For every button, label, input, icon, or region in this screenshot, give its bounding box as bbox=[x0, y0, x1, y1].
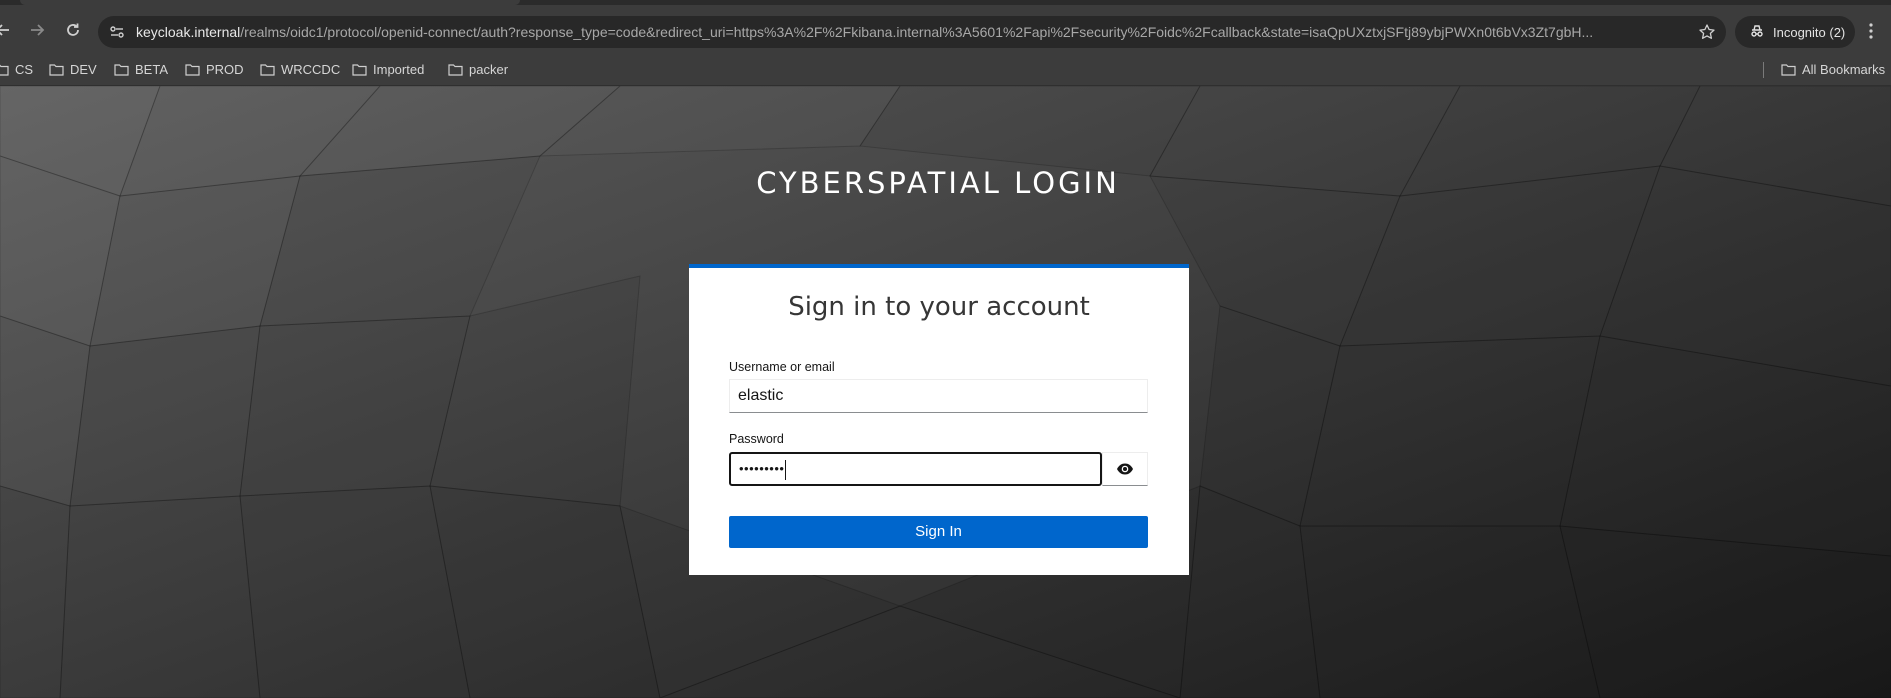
folder-icon bbox=[185, 64, 200, 76]
address-bar[interactable]: keycloak.internal/realms/oidc1/protocol/… bbox=[98, 16, 1726, 48]
folder-icon bbox=[260, 64, 275, 76]
sign-in-button[interactable]: Sign In bbox=[729, 516, 1148, 548]
username-input[interactable]: elastic bbox=[729, 379, 1148, 413]
folder-icon bbox=[0, 64, 9, 76]
bookmark-folder-packer[interactable]: packer bbox=[448, 53, 508, 86]
folder-icon bbox=[352, 64, 367, 76]
card-title: Sign in to your account bbox=[788, 292, 1090, 322]
vertical-dots-icon[interactable] bbox=[1860, 19, 1882, 43]
username-value: elastic bbox=[738, 387, 784, 404]
tab-strip bbox=[0, 0, 1891, 5]
folder-icon bbox=[114, 64, 129, 76]
text-caret bbox=[785, 459, 787, 480]
folder-icon bbox=[49, 64, 64, 76]
bookmark-label: WRCCDC bbox=[281, 62, 341, 77]
all-bookmarks-button[interactable]: All Bookmarks bbox=[1781, 53, 1885, 86]
password-value: ••••••••• bbox=[739, 461, 785, 476]
show-password-button[interactable] bbox=[1102, 452, 1148, 486]
folder-icon bbox=[1781, 64, 1796, 76]
back-arrow-icon[interactable] bbox=[0, 19, 14, 41]
url-path: /realms/oidc1/protocol/openid-connect/au… bbox=[240, 24, 1594, 40]
bookmark-folder-prod[interactable]: PROD bbox=[185, 53, 244, 86]
bookmark-folder-imported[interactable]: Imported bbox=[352, 53, 424, 86]
bookmark-folder-wrccdc[interactable]: WRCCDC bbox=[260, 53, 340, 86]
bookmarks-bar: CS DEV BETA PROD WRCCDC Imported packer … bbox=[0, 53, 1891, 86]
bookmark-label: CS bbox=[15, 62, 34, 77]
eye-icon bbox=[1117, 463, 1133, 475]
bookmarks-separator bbox=[1763, 62, 1764, 78]
bookmark-label: DEV bbox=[70, 62, 97, 77]
all-bookmarks-label: All Bookmarks bbox=[1802, 62, 1886, 77]
realm-title: CYBERSPATIAL LOGIN bbox=[756, 166, 1120, 200]
bookmark-label: packer bbox=[469, 62, 509, 77]
bookmark-folder-cs[interactable]: CS bbox=[0, 53, 33, 86]
incognito-indicator[interactable]: Incognito (2) bbox=[1735, 16, 1855, 48]
username-label: Username or email bbox=[729, 360, 835, 374]
bookmark-label: PROD bbox=[206, 62, 244, 77]
url-text[interactable]: keycloak.internal/realms/oidc1/protocol/… bbox=[136, 16, 1681, 48]
incognito-label: Incognito (2) bbox=[1773, 24, 1846, 40]
active-tab[interactable] bbox=[20, 0, 520, 5]
folder-icon bbox=[448, 64, 463, 76]
star-icon[interactable] bbox=[1698, 23, 1716, 41]
bookmark-folder-dev[interactable]: DEV bbox=[49, 53, 97, 86]
forward-arrow-icon[interactable] bbox=[26, 19, 48, 41]
url-host: keycloak.internal bbox=[136, 24, 241, 40]
browser-toolbar: keycloak.internal/realms/oidc1/protocol/… bbox=[0, 0, 1891, 53]
reload-icon[interactable] bbox=[62, 19, 84, 41]
password-label: Password bbox=[729, 432, 784, 446]
bookmark-label: Imported bbox=[373, 62, 425, 77]
password-input[interactable]: ••••••••• bbox=[729, 452, 1102, 486]
login-card: Sign in to your account Username or emai… bbox=[689, 264, 1189, 575]
tune-icon[interactable] bbox=[108, 23, 126, 41]
incognito-icon bbox=[1749, 23, 1765, 42]
login-page: CYBERSPATIAL LOGIN Sign in to your accou… bbox=[0, 86, 1891, 698]
bookmark-label: BETA bbox=[135, 62, 168, 77]
bookmark-folder-beta[interactable]: BETA bbox=[114, 53, 168, 86]
